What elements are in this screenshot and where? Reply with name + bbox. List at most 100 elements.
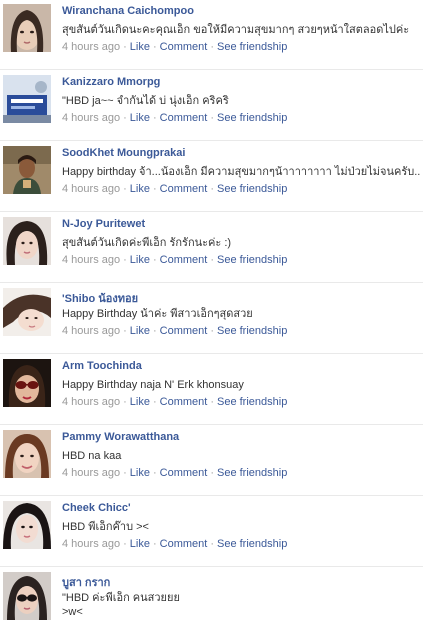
post-meta: 4 hours ago · Like · Comment · See friendship bbox=[62, 183, 287, 195]
like-link[interactable]: Like bbox=[130, 538, 150, 550]
meta-separator: · bbox=[152, 183, 157, 195]
post-timestamp[interactable]: 4 hours ago bbox=[62, 467, 120, 479]
meta-separator: · bbox=[123, 396, 127, 408]
post-meta: 4 hours ago · Like · Comment · See friendship bbox=[62, 254, 287, 266]
avatar[interactable] bbox=[3, 4, 51, 52]
meta-separator: · bbox=[210, 325, 214, 337]
like-link[interactable]: Like bbox=[130, 112, 150, 124]
wall-post: บูสา กราก "HBD ค่ะพี่เอ็ก คนสวยยย >w< bbox=[0, 568, 423, 625]
avatar[interactable] bbox=[3, 430, 51, 478]
post-author[interactable]: Cheek Chicc' bbox=[62, 502, 131, 514]
avatar[interactable] bbox=[3, 572, 51, 620]
avatar[interactable] bbox=[3, 501, 51, 549]
post-timestamp[interactable]: 4 hours ago bbox=[62, 183, 120, 195]
wall-post: N-Joy Puritewet สุขสันต์วันเกิดค่ะพี่เอ็… bbox=[0, 213, 423, 283]
post-timestamp[interactable]: 4 hours ago bbox=[62, 396, 120, 408]
post-timestamp[interactable]: 4 hours ago bbox=[62, 112, 120, 124]
post-timestamp[interactable]: 4 hours ago bbox=[62, 41, 120, 53]
post-author[interactable]: Pammy Worawatthana bbox=[62, 431, 179, 443]
comment-link[interactable]: Comment bbox=[160, 538, 208, 550]
wall-post: Wiranchana Caichompoo สุขสันต์วันเกิดนะค… bbox=[0, 0, 423, 70]
see-friendship-link[interactable]: See friendship bbox=[217, 538, 287, 550]
post-meta: 4 hours ago · Like · Comment · See friendship bbox=[62, 325, 287, 337]
see-friendship-link[interactable]: See friendship bbox=[217, 325, 287, 337]
see-friendship-link[interactable]: See friendship bbox=[217, 254, 287, 266]
post-timestamp[interactable]: 4 hours ago bbox=[62, 325, 120, 337]
friend-wall-feed: Wiranchana Caichompoo สุขสันต์วันเกิดนะค… bbox=[0, 0, 423, 625]
meta-separator: · bbox=[210, 467, 214, 479]
meta-separator: · bbox=[123, 41, 127, 53]
avatar[interactable] bbox=[3, 146, 51, 194]
see-friendship-link[interactable]: See friendship bbox=[217, 112, 287, 124]
post-message-line2: >w< bbox=[62, 606, 83, 618]
meta-separator: · bbox=[210, 183, 214, 195]
comment-link[interactable]: Comment bbox=[160, 112, 208, 124]
meta-separator: · bbox=[152, 112, 157, 124]
like-link[interactable]: Like bbox=[130, 254, 150, 266]
post-author[interactable]: Kanizzaro Mmorpg bbox=[62, 76, 160, 88]
meta-separator: · bbox=[152, 325, 157, 337]
see-friendship-link[interactable]: See friendship bbox=[217, 41, 287, 53]
post-message: HBD พี่เอ็กค๊าบ >< bbox=[62, 521, 149, 533]
meta-separator: · bbox=[152, 467, 157, 479]
meta-separator: · bbox=[123, 538, 127, 550]
meta-separator: · bbox=[123, 325, 127, 337]
post-message: HBD na kaa bbox=[62, 450, 122, 462]
post-author[interactable]: 'Shibo น้องทอย bbox=[62, 289, 138, 307]
post-meta: 4 hours ago · Like · Comment · See friendship bbox=[62, 467, 287, 479]
comment-link[interactable]: Comment bbox=[160, 254, 208, 266]
wall-post: Cheek Chicc' HBD พี่เอ็กค๊าบ >< 4 hours … bbox=[0, 497, 423, 567]
post-timestamp[interactable]: 4 hours ago bbox=[62, 254, 120, 266]
comment-link[interactable]: Comment bbox=[160, 325, 208, 337]
meta-separator: · bbox=[210, 254, 214, 266]
post-author[interactable]: SoodKhet Moungprakai bbox=[62, 147, 185, 159]
meta-separator: · bbox=[152, 254, 157, 266]
wall-post: Arm Toochinda Happy Birthday naja N' Erk… bbox=[0, 355, 423, 425]
like-link[interactable]: Like bbox=[130, 467, 150, 479]
post-message: สุขสันต์วันเกิดค่ะพี่เอ็ก รักรักนะค่ะ :) bbox=[62, 237, 232, 249]
meta-separator: · bbox=[210, 396, 214, 408]
comment-link[interactable]: Comment bbox=[160, 41, 208, 53]
post-message: Happy Birthday น้าค่ะ พี่สาวเอ็กๆสุดสวย bbox=[62, 308, 253, 320]
post-meta: 4 hours ago · Like · Comment · See friendship bbox=[62, 112, 287, 124]
meta-separator: · bbox=[210, 41, 214, 53]
meta-separator: · bbox=[123, 254, 127, 266]
post-timestamp[interactable]: 4 hours ago bbox=[62, 538, 120, 550]
meta-separator: · bbox=[210, 112, 214, 124]
post-author[interactable]: Arm Toochinda bbox=[62, 360, 142, 372]
meta-separator: · bbox=[152, 41, 157, 53]
avatar[interactable] bbox=[3, 75, 51, 123]
comment-link[interactable]: Comment bbox=[160, 183, 208, 195]
post-message: "HBD ja~~ จำกันได้ บ่ นุ่งเอ็ก คริคริ bbox=[62, 95, 229, 107]
see-friendship-link[interactable]: See friendship bbox=[217, 467, 287, 479]
meta-separator: · bbox=[123, 183, 127, 195]
post-meta: 4 hours ago · Like · Comment · See friendship bbox=[62, 538, 287, 550]
see-friendship-link[interactable]: See friendship bbox=[217, 396, 287, 408]
like-link[interactable]: Like bbox=[130, 41, 150, 53]
post-author[interactable]: บูสา กราก bbox=[62, 573, 110, 591]
meta-separator: · bbox=[210, 538, 214, 550]
meta-separator: · bbox=[123, 112, 127, 124]
avatar[interactable] bbox=[3, 217, 51, 265]
post-message: Happy birthday จ้า...น้องเอ็ก มีความสุขม… bbox=[62, 166, 420, 178]
comment-link[interactable]: Comment bbox=[160, 396, 208, 408]
comment-link[interactable]: Comment bbox=[160, 467, 208, 479]
post-author[interactable]: N-Joy Puritewet bbox=[62, 218, 145, 230]
meta-separator: · bbox=[152, 538, 157, 550]
wall-post: 'Shibo น้องทอย Happy Birthday น้าค่ะ พี่… bbox=[0, 284, 423, 354]
like-link[interactable]: Like bbox=[130, 396, 150, 408]
post-message: "HBD ค่ะพี่เอ็ก คนสวยยย bbox=[62, 592, 180, 604]
post-author[interactable]: Wiranchana Caichompoo bbox=[62, 5, 194, 17]
like-link[interactable]: Like bbox=[130, 183, 150, 195]
post-message: Happy Birthday naja N' Erk khonsuay bbox=[62, 379, 244, 391]
wall-post: Kanizzaro Mmorpg "HBD ja~~ จำกันได้ บ่ น… bbox=[0, 71, 423, 141]
post-meta: 4 hours ago · Like · Comment · See friendship bbox=[62, 396, 287, 408]
meta-separator: · bbox=[152, 396, 157, 408]
like-link[interactable]: Like bbox=[130, 325, 150, 337]
post-message: สุขสันต์วันเกิดนะคะคุณเอ็ก ขอให้มีความสุ… bbox=[62, 24, 410, 36]
see-friendship-link[interactable]: See friendship bbox=[217, 183, 287, 195]
avatar[interactable] bbox=[3, 288, 51, 336]
meta-separator: · bbox=[123, 467, 127, 479]
avatar[interactable] bbox=[3, 359, 51, 407]
wall-post: SoodKhet Moungprakai Happy birthday จ้า.… bbox=[0, 142, 423, 212]
